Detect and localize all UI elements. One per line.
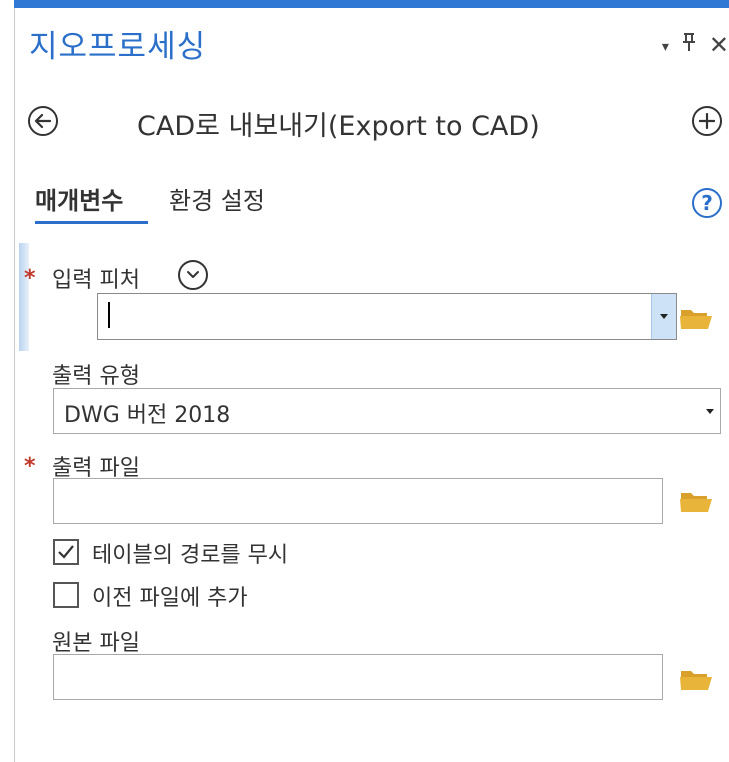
output-type-select[interactable]: DWG 버전 2018 (53, 388, 721, 434)
output-file-input[interactable] (53, 478, 663, 524)
active-tab-underline (35, 221, 148, 224)
dropdown-arrow-icon (660, 314, 668, 319)
tab-environments[interactable]: 환경 설정 (169, 181, 265, 216)
text-caret (108, 302, 110, 328)
plus-icon (699, 113, 715, 129)
ignore-paths-checkbox[interactable] (53, 539, 79, 565)
seed-file-label: 원본 파일 (52, 631, 140, 656)
checkmark-icon (58, 545, 74, 559)
required-marker: * (24, 454, 36, 479)
output-type-value: DWG 버전 2018 (64, 403, 231, 428)
chevron-down-icon (187, 271, 199, 278)
ignore-paths-label: 테이블의 경로를 무시 (92, 543, 289, 568)
input-features-dropdown-button[interactable] (651, 294, 676, 339)
folder-open-icon[interactable] (679, 488, 713, 514)
panel-top-accent-bar (14, 0, 729, 8)
tab-parameters[interactable]: 매개변수 (35, 181, 123, 216)
folder-open-icon[interactable] (679, 305, 713, 331)
tool-header: CAD로 내보내기(Export to CAD) (15, 104, 729, 144)
tool-title: CAD로 내보내기(Export to CAD) (137, 111, 540, 142)
expand-button[interactable] (178, 260, 208, 290)
dropdown-arrow-icon (706, 409, 714, 414)
pane-title: 지오프로세싱 (29, 29, 207, 65)
input-features-label: 입력 피처 (52, 268, 140, 293)
close-icon[interactable]: ✕ (709, 33, 729, 57)
back-button[interactable] (28, 106, 58, 136)
options-dropdown-icon[interactable]: ▾ (662, 40, 669, 54)
seed-file-input[interactable] (53, 654, 663, 700)
required-marker: * (24, 266, 36, 291)
arrow-left-icon (34, 113, 52, 129)
folder-open-icon[interactable] (679, 666, 713, 692)
add-to-favorites-button[interactable] (692, 106, 722, 136)
input-features-combobox[interactable] (97, 293, 677, 340)
output-type-label: 출력 유형 (52, 364, 140, 389)
append-label: 이전 파일에 추가 (92, 586, 248, 611)
geoprocessing-pane: 지오프로세싱 ▾ ✕ CAD로 내보내기(Export to CAD) 매개변수… (15, 8, 729, 762)
append-checkbox[interactable] (53, 582, 79, 608)
pin-icon[interactable] (681, 32, 697, 57)
selected-parameter-indicator (19, 243, 29, 351)
window-controls: ▾ ✕ (662, 32, 729, 57)
help-button[interactable]: ? (692, 188, 722, 218)
